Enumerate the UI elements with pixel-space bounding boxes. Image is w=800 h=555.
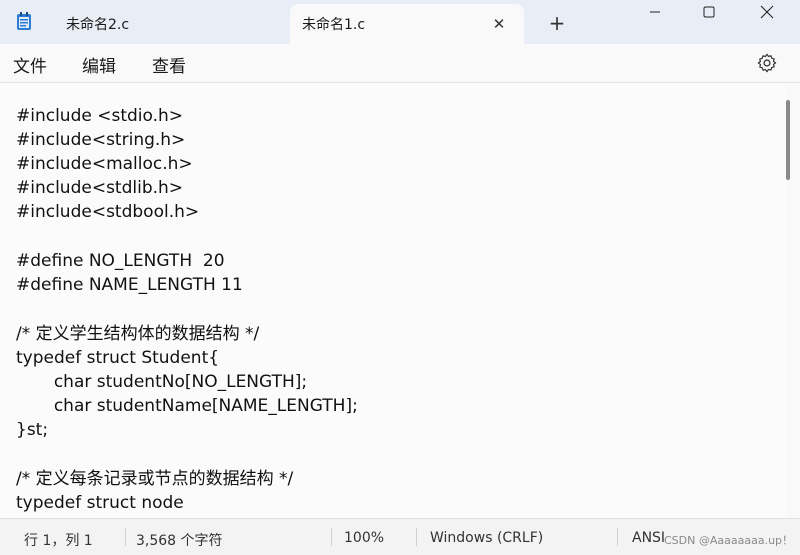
menu-view[interactable]: 查看 bbox=[152, 52, 186, 77]
code-line: #define NAME_LENGTH 11 bbox=[16, 275, 243, 295]
code-line: char studentNo[NO_LENGTH]; bbox=[16, 372, 308, 392]
menu-bar: 文件 编辑 查看 bbox=[0, 44, 800, 83]
minimize-icon bbox=[650, 11, 660, 13]
title-bar: 未命名2.c 未命名1.c ✕ + bbox=[0, 0, 800, 44]
character-count: 3,568 个字符 bbox=[136, 533, 223, 549]
notepad-icon bbox=[17, 12, 31, 30]
encoding[interactable]: ANSI bbox=[632, 530, 665, 546]
status-divider bbox=[125, 528, 126, 546]
code-line: #include<stdlib.h> bbox=[16, 178, 184, 198]
line-ending[interactable]: Windows (CRLF) bbox=[430, 530, 543, 546]
code-line: #include <stdio.h> bbox=[16, 106, 184, 126]
minimize-button[interactable] bbox=[630, 0, 680, 24]
close-icon bbox=[760, 5, 774, 19]
status-bar: 行 1，列 1 3,568 个字符 100% Windows (CRLF) AN… bbox=[0, 518, 800, 555]
code-line: typedef struct node bbox=[16, 493, 184, 513]
code-line: #include<stdbool.h> bbox=[16, 202, 200, 222]
status-divider bbox=[617, 528, 618, 546]
code-line: #include<string.h> bbox=[16, 130, 186, 150]
watermark: CSDN @Aaaaaaaa.up！ bbox=[664, 534, 794, 547]
gear-icon[interactable] bbox=[756, 52, 778, 74]
cursor-position: 行 1，列 1 bbox=[24, 533, 93, 549]
menu-file[interactable]: 文件 bbox=[13, 52, 47, 77]
vertical-scrollbar[interactable] bbox=[786, 100, 790, 180]
text-editor[interactable]: #include <stdio.h> #include<string.h> #i… bbox=[0, 83, 786, 518]
tab-untitled-2[interactable]: 未命名2.c bbox=[52, 4, 288, 44]
code-line: char studentName[NAME_LENGTH]; bbox=[16, 396, 358, 416]
menu-edit[interactable]: 编辑 bbox=[82, 52, 116, 77]
tab-label: 未命名2.c bbox=[66, 17, 130, 33]
code-line: /* 定义每条记录或节点的数据结构 */ bbox=[16, 469, 294, 489]
zoom-level[interactable]: 100% bbox=[344, 530, 384, 546]
code-line: #include<malloc.h> bbox=[16, 154, 193, 174]
status-divider bbox=[416, 528, 417, 546]
tab-untitled-1[interactable]: 未命名1.c ✕ bbox=[290, 4, 524, 44]
code-line: }st; bbox=[16, 420, 49, 440]
maximize-icon bbox=[703, 6, 715, 18]
close-window-button[interactable] bbox=[742, 0, 792, 24]
close-icon[interactable]: ✕ bbox=[488, 13, 510, 35]
code-line: typedef struct Student{ bbox=[16, 348, 220, 368]
code-line: #define NO_LENGTH 20 bbox=[16, 251, 225, 271]
status-divider bbox=[331, 528, 332, 546]
maximize-button[interactable] bbox=[684, 0, 734, 24]
plus-icon[interactable]: + bbox=[544, 10, 570, 36]
tab-label: 未命名1.c bbox=[302, 17, 366, 33]
code-line: /* 定义学生结构体的数据结构 */ bbox=[16, 324, 260, 344]
